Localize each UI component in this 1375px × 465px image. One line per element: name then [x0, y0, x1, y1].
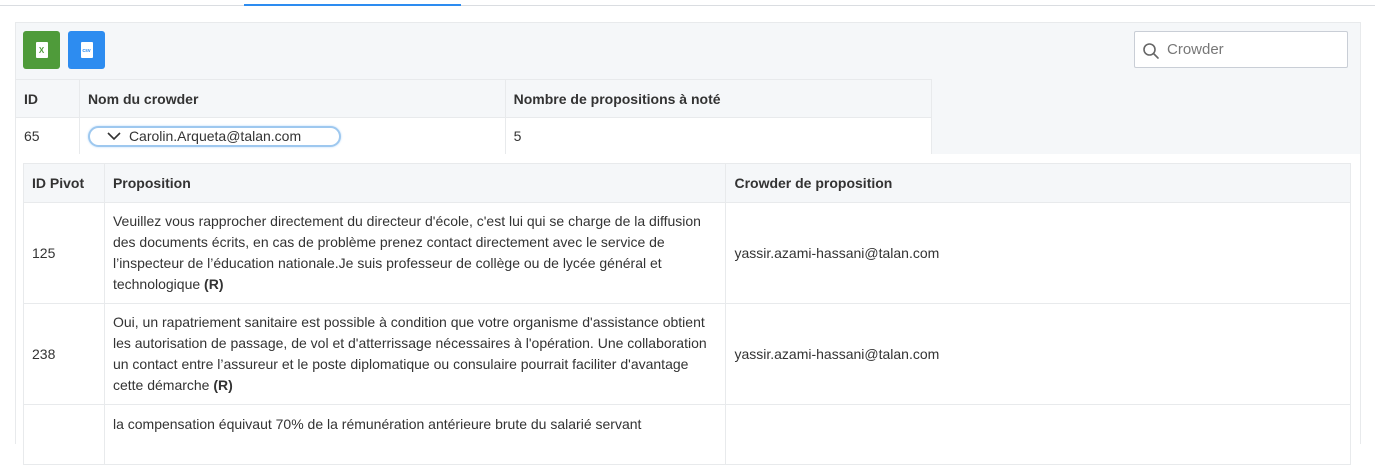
proposition-text: Oui, un rapatriement sanitaire est possi…: [112, 314, 707, 393]
cell-proposition: Oui, un rapatriement sanitaire est possi…: [103, 303, 727, 405]
tabs-bottom-border: [0, 5, 1375, 6]
column-header-crowder-name: Nom du crowder: [78, 79, 506, 118]
column-header-proposition: Proposition: [103, 163, 727, 203]
proposition-tag: (R): [213, 377, 233, 393]
proposition-tag: (R): [204, 276, 224, 292]
expand-row-button[interactable]: Carolin.Arqueta@talan.com: [87, 125, 341, 147]
proposition-text: Veuillez vous rapprocher directement du …: [112, 213, 701, 292]
table-header-row: ID Pivot Proposition Crowder de proposit…: [23, 163, 1351, 203]
search-icon: [1143, 43, 1159, 59]
column-header-proposition-crowder: Crowder de proposition: [725, 163, 1351, 203]
excel-file-icon: X: [35, 42, 48, 58]
search-field[interactable]: [1134, 31, 1348, 68]
table-header-row: ID Nom du crowder Nombre de propositions…: [15, 79, 933, 118]
search-input[interactable]: [1167, 34, 1337, 65]
column-header-proposition-count: Nombre de propositions à noté: [504, 79, 933, 118]
column-header-id-pivot: ID Pivot: [23, 163, 105, 203]
cell-id-pivot: 238: [23, 303, 105, 405]
cell-proposition: Veuillez vous rapprocher directement du …: [103, 202, 727, 304]
table-row: 65 Carolin.Arqueta@talan.com 5: [15, 117, 933, 155]
cell-proposition-count: 5: [504, 117, 933, 155]
crowder-email: Carolin.Arqueta@talan.com: [128, 128, 302, 144]
crowder-table: ID Nom du crowder Nombre de propositions…: [15, 79, 933, 155]
table-row: 125 Veuillez vous rapprocher directement…: [23, 202, 1351, 304]
export-csv-button[interactable]: csv: [68, 31, 105, 69]
table-row: 238 Oui, un rapatriement sanitaire est p…: [23, 303, 1351, 405]
cell-crowder: Carolin.Arqueta@talan.com: [78, 117, 506, 155]
column-header-id: ID: [15, 79, 80, 118]
proposition-text: la compensation équivaut 70% de la rémun…: [112, 416, 642, 432]
export-excel-button[interactable]: X: [23, 31, 60, 69]
cell-proposition-crowder: yassir.azami-hassani@talan.com: [725, 303, 1351, 405]
propositions-table: ID Pivot Proposition Crowder de proposit…: [23, 163, 1351, 465]
cell-id-pivot: 125: [23, 202, 105, 304]
active-tab-indicator: [244, 4, 461, 6]
cell-proposition-crowder: yassir.azami-hassani@talan.com: [725, 202, 1351, 304]
csv-file-icon: csv: [80, 42, 93, 58]
cell-id: 65: [15, 117, 80, 155]
chevron-down-icon: [107, 132, 121, 141]
